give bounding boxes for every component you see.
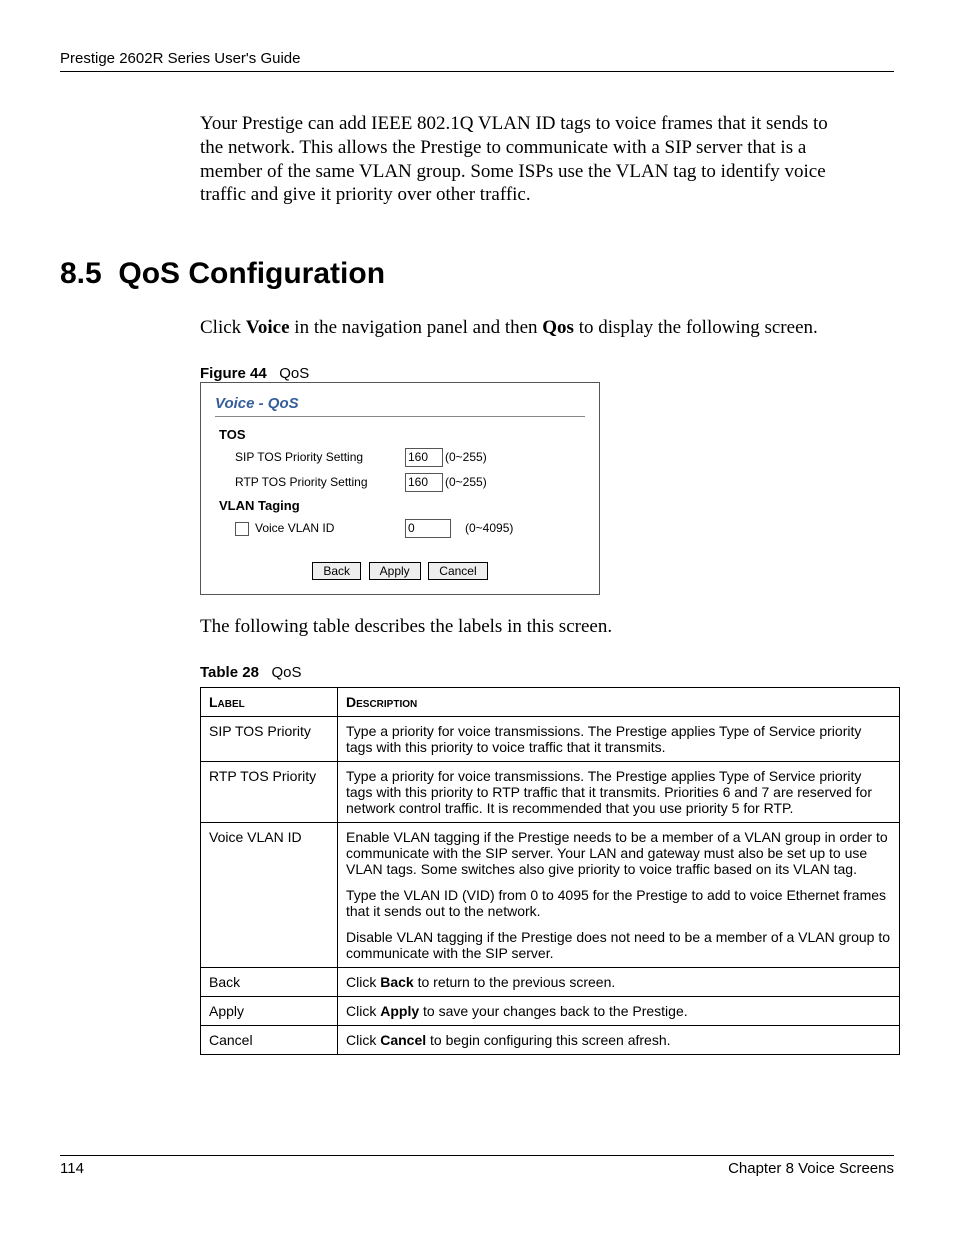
th-label: Label	[201, 687, 338, 716]
cancel-button[interactable]: Cancel	[428, 562, 487, 580]
table-row: Apply Click Apply to save your changes b…	[201, 996, 900, 1025]
intro-paragraph: Your Prestige can add IEEE 802.1Q VLAN I…	[200, 112, 854, 207]
qos-screenshot: Voice - QoS TOS SIP TOS Priority Setting…	[200, 382, 600, 595]
figure-caption: Figure 44 QoS	[200, 365, 894, 382]
page-number: 114	[60, 1160, 84, 1177]
section-heading: 8.5 QoS Configuration	[60, 257, 894, 291]
voice-vlan-range: (0~4095)	[465, 521, 513, 535]
running-header: Prestige 2602R Series User's Guide	[60, 50, 894, 72]
table-row: Back Click Back to return to the previou…	[201, 967, 900, 996]
rtp-tos-label: RTP TOS Priority Setting	[235, 475, 405, 489]
click-instruction: Click Voice in the navigation panel and …	[200, 316, 854, 340]
sip-tos-input[interactable]	[405, 448, 443, 467]
section-number: 8.5	[60, 257, 102, 290]
qos-table: Label Description SIP TOS Priority Type …	[200, 687, 900, 1055]
tos-section-label: TOS	[219, 427, 585, 442]
voice-vlan-checkbox[interactable]	[235, 522, 249, 536]
sip-tos-label: SIP TOS Priority Setting	[235, 450, 405, 464]
page-footer: 114 Chapter 8 Voice Screens	[60, 1155, 894, 1177]
voice-vlan-input[interactable]	[405, 519, 451, 538]
section-title: QoS Configuration	[118, 257, 385, 290]
rtp-tos-input[interactable]	[405, 473, 443, 492]
apply-button[interactable]: Apply	[369, 562, 421, 580]
table-caption: Table 28 QoS	[200, 664, 894, 681]
vlan-section-label: VLAN Taging	[219, 498, 585, 513]
table-intro: The following table describes the labels…	[200, 615, 854, 639]
back-button[interactable]: Back	[312, 562, 361, 580]
table-row: SIP TOS Priority Type a priority for voi…	[201, 716, 900, 761]
chapter-label: Chapter 8 Voice Screens	[728, 1160, 894, 1177]
screenshot-breadcrumb: Voice - QoS	[215, 395, 585, 412]
table-row: Cancel Click Cancel to begin configuring…	[201, 1025, 900, 1054]
table-row: RTP TOS Priority Type a priority for voi…	[201, 761, 900, 822]
th-desc: Description	[338, 687, 900, 716]
rtp-tos-range: (0~255)	[445, 475, 487, 489]
sip-tos-range: (0~255)	[445, 450, 487, 464]
voice-vlan-label: Voice VLAN ID	[235, 521, 405, 536]
table-row: Voice VLAN ID Enable VLAN tagging if the…	[201, 822, 900, 967]
